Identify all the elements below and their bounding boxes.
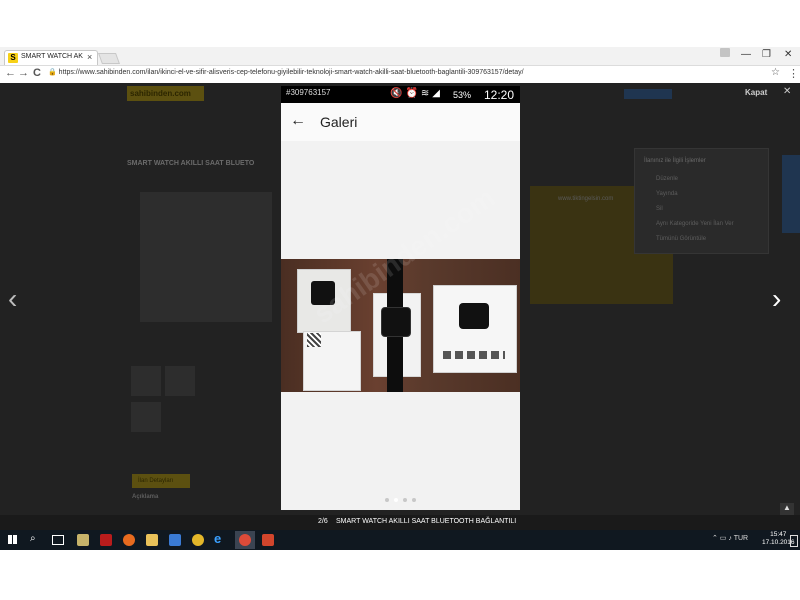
smart-watch [381, 307, 411, 337]
sidebar-item-view-all: Tümünü Görüntüle [656, 236, 707, 242]
url-field[interactable]: 🔒 https://www.sahibinden.com/ilan/ikinci… [48, 68, 760, 80]
phone-back-arrow-icon: ← [290, 112, 306, 129]
description-label: Açıklama [132, 494, 159, 500]
window-close-button[interactable]: ✕ [784, 49, 792, 60]
chrome-icon-2[interactable] [239, 534, 251, 546]
feedback-side-tab [782, 155, 800, 233]
system-tray[interactable]: ⌃ ▭ ♪ TUR [712, 534, 748, 542]
gallery-caption: SMART WATCH AKILLI SAAT BLUETOOTH BAĞLAN… [336, 518, 517, 525]
scroll-top-button[interactable]: ▲ [780, 503, 794, 515]
phone-clock: 12:20 [484, 88, 515, 102]
edge-icon[interactable]: e [214, 531, 221, 546]
sidebar-item-live: Yayında [656, 191, 678, 197]
task-view-icon[interactable] [52, 535, 64, 545]
product-photo[interactable] [281, 259, 520, 392]
main-image-dim [140, 192, 272, 322]
qr-code [307, 333, 321, 347]
site-logo-text: sahibinden.com [130, 89, 191, 98]
listing-title: SMART WATCH AKILLI SAAT BLUETO [127, 160, 255, 167]
outlook-icon[interactable] [169, 534, 181, 546]
gallery-dot-3[interactable] [403, 498, 407, 502]
phone-battery: 53% [453, 90, 472, 100]
sidebar-item-delete: Sil [656, 206, 663, 212]
file-explorer-icon[interactable] [146, 534, 158, 546]
gallery-close-icon[interactable]: ✕ [783, 86, 791, 97]
maximize-button[interactable]: ❐ [762, 49, 771, 60]
site-header-button [624, 89, 672, 99]
gallery-next-arrow-icon[interactable]: › [772, 283, 781, 315]
sidebar-item-new-listing: Aynı Kategoride Yeni İlan Ver [656, 221, 734, 227]
search-icon[interactable]: ⌕ [30, 533, 36, 544]
bookmark-star-icon[interactable]: ☆ [771, 67, 780, 78]
thumb-dim-2 [165, 366, 195, 396]
tab-strip [0, 47, 800, 65]
presentation-app-icon[interactable] [262, 534, 274, 546]
forward-button[interactable]: → [18, 67, 29, 79]
chrome-menu-icon[interactable]: ⋮ [788, 67, 799, 80]
gallery-dot-1[interactable] [385, 498, 389, 502]
notification-icon[interactable] [790, 535, 798, 547]
reload-button[interactable]: C [33, 67, 41, 79]
phone-app-title: Galeri [320, 114, 358, 130]
acrobat-icon[interactable] [100, 534, 112, 546]
phone-status-icons: 🔇⏰≋◢ [390, 88, 443, 99]
tab-close-icon[interactable]: × [87, 52, 92, 62]
details-tab-label: İlan Detayları [138, 478, 174, 484]
gallery-close-label[interactable]: Kapat [745, 88, 767, 97]
gallery-prev-arrow-icon[interactable]: ‹ [8, 283, 17, 315]
profile-icon[interactable] [720, 48, 730, 57]
url-text: https://www.sahibinden.com/ilan/ikinci-e… [58, 69, 524, 76]
minimize-button[interactable]: — [741, 49, 751, 60]
back-button[interactable]: ← [5, 67, 16, 79]
phone-app-bar [281, 103, 520, 142]
box-feature-icons [443, 351, 505, 359]
thumb-dim-3 [131, 402, 161, 432]
product-box [433, 285, 517, 373]
media-player-icon[interactable] [77, 534, 89, 546]
phone-listing-id: #309763157 [286, 88, 331, 97]
windows-taskbar [0, 530, 800, 550]
sidebar-item-edit: Düzenle [656, 176, 679, 182]
new-tab-button[interactable] [97, 53, 121, 64]
firefox-icon[interactable] [123, 534, 135, 546]
language-indicator[interactable]: TUR [734, 535, 748, 542]
lock-icon: 🔒 [48, 69, 59, 76]
site-favicon-icon: S [8, 53, 18, 63]
box-watch-image [459, 303, 489, 329]
tab-title: SMART WATCH AKILLI S... [21, 53, 83, 60]
thumb-dim-1 [131, 366, 161, 396]
chrome-icon-1[interactable] [192, 534, 204, 546]
ad-banner-text: www.tiktingelsin.com [558, 196, 614, 202]
gallery-dot-4[interactable] [412, 498, 416, 502]
sidebar-title: İlanınız ile İlgili İşlemler [644, 158, 706, 164]
gallery-dot-2-active[interactable] [394, 498, 398, 502]
gallery-counter: 2/6 [318, 518, 328, 525]
windows-start-icon[interactable] [8, 535, 17, 544]
